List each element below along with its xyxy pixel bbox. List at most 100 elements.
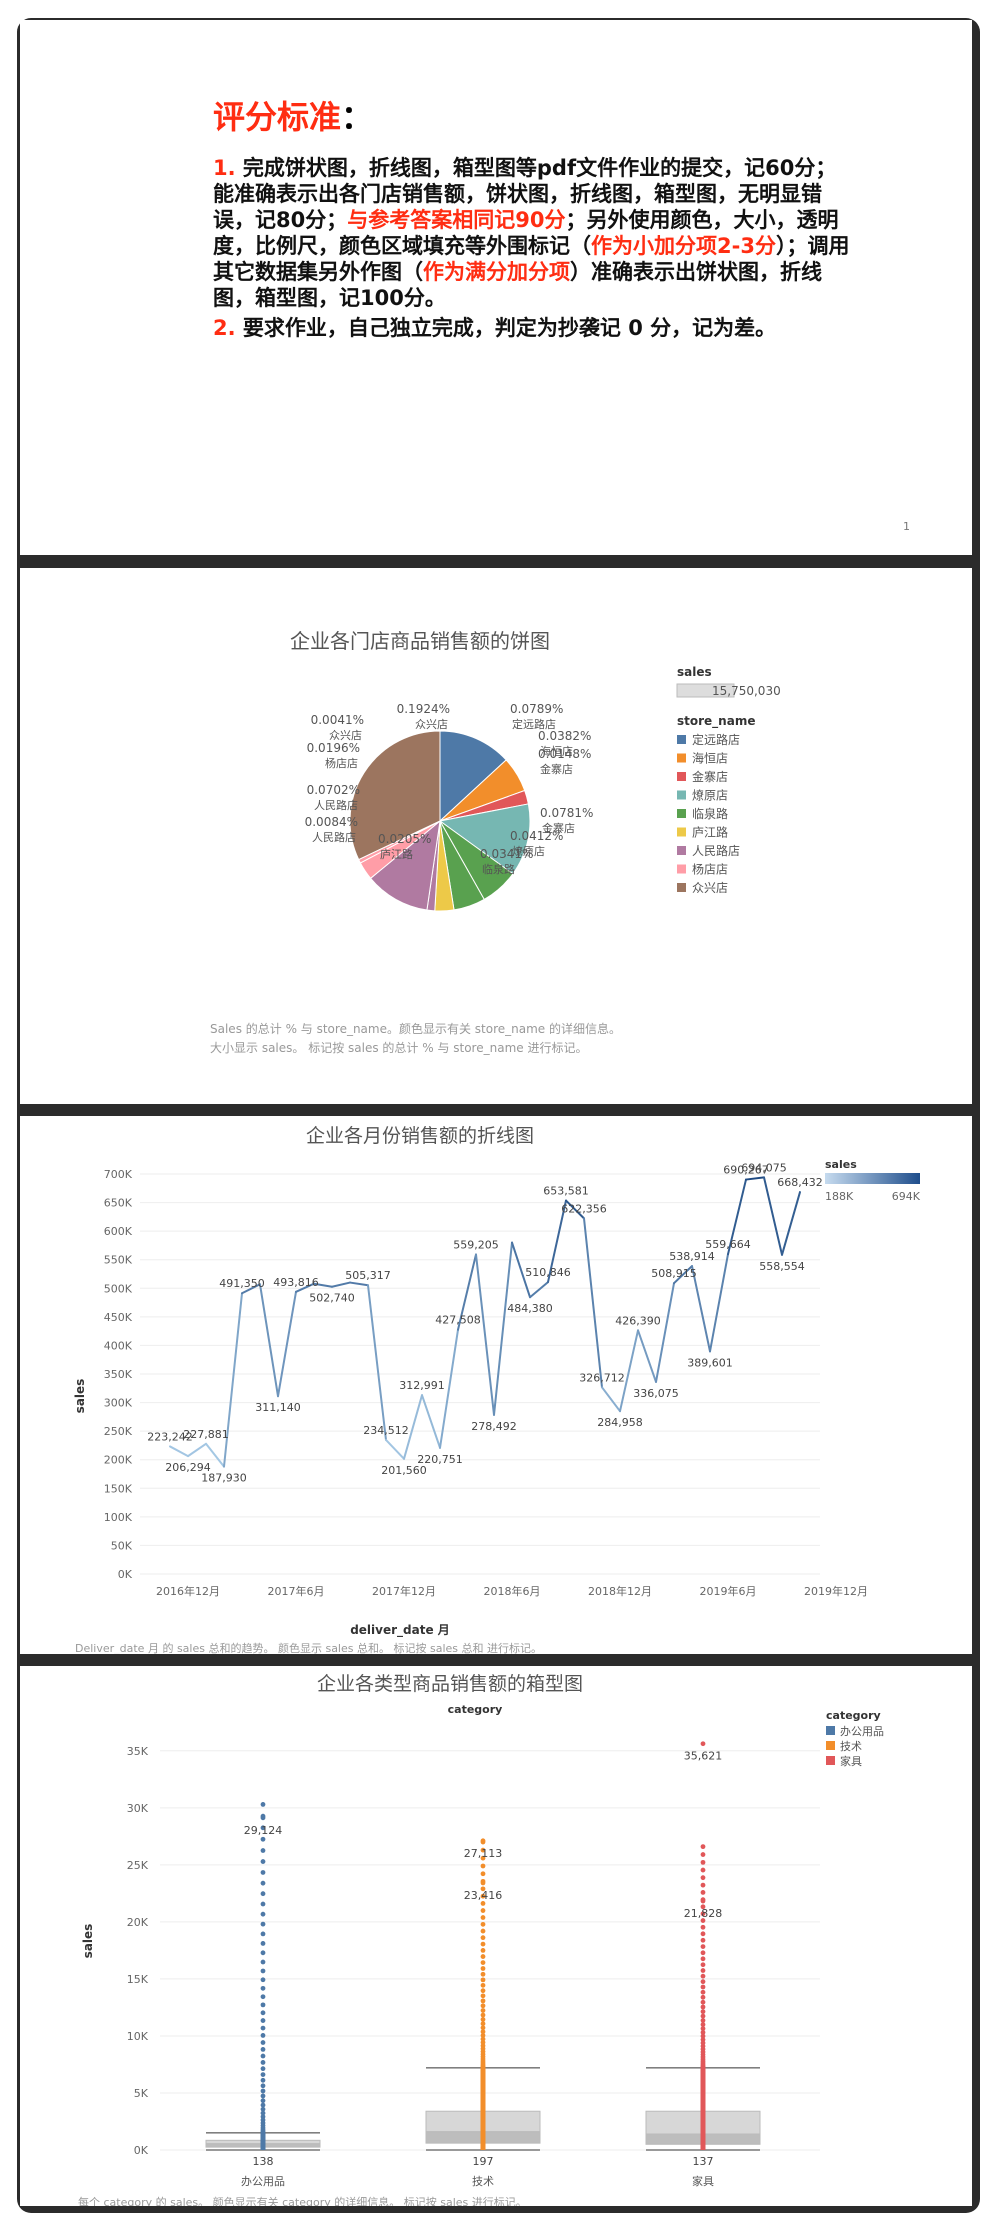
line-segment <box>331 1281 351 1288</box>
outlier-point <box>700 1984 706 1990</box>
slice-pct-label: 0.0084% <box>305 815 358 829</box>
legend-swatch <box>826 1741 835 1750</box>
outlier-point <box>260 2010 266 2016</box>
line-segment <box>187 1442 207 1458</box>
slice-pct-label: 0.0341% <box>480 847 533 861</box>
outlier-point <box>260 1911 266 1917</box>
outlier-point <box>700 1852 706 1857</box>
outlier-point <box>700 1741 706 1747</box>
line-segment <box>601 1386 621 1413</box>
outlier-point <box>480 1982 486 1988</box>
data-label: 426,390 <box>615 1314 661 1327</box>
outlier-point <box>260 1931 266 1937</box>
box-legend-title: category <box>826 1709 881 1722</box>
outlier-point <box>480 1935 486 1941</box>
outlier-point <box>480 1928 486 1934</box>
x-tick-label: 2017年12月 <box>372 1584 436 1598</box>
y-tick-label: 550K <box>104 1254 133 1267</box>
data-label: 484,380 <box>507 1302 553 1315</box>
size-legend-title: sales <box>677 665 712 679</box>
category-label: 技术 <box>472 2175 494 2188</box>
slice-name-label: 金寨店 <box>540 762 573 776</box>
data-label: 234,512 <box>363 1424 409 1437</box>
criteria-item-2: 2. 要求作业，自己独立完成，判定为抄袭记 0 分，记为差。 <box>213 315 853 341</box>
y-tick-label: 5K <box>134 2087 149 2100</box>
outlier-point <box>700 1844 706 1850</box>
line-segment <box>655 1282 675 1383</box>
legend-item: 杨店店 <box>692 862 728 877</box>
slice-pct-label: 0.0789% <box>510 702 563 716</box>
y-tick-label: 0K <box>118 1568 133 1581</box>
p2-segment: 2. <box>213 316 243 340</box>
line-segment <box>277 1290 297 1398</box>
outlier-point <box>480 1880 486 1886</box>
y-tick-label: 0K <box>134 2144 149 2157</box>
outlier-point <box>260 1891 266 1897</box>
x-tick-label: 2016年12月 <box>156 1584 220 1598</box>
y-tick-label: 300K <box>104 1397 133 1410</box>
data-label: 559,205 <box>453 1238 499 1251</box>
legend-swatch <box>677 809 686 818</box>
outlier-point <box>700 1962 706 1968</box>
pie-title: 企业各门店商品销售额的饼图 <box>290 629 550 653</box>
data-label: 311,140 <box>255 1401 301 1414</box>
outlier-point <box>260 2046 266 2052</box>
slice-pct-label: 0.0781% <box>540 806 593 820</box>
y-tick-label: 450K <box>104 1311 133 1324</box>
box-footnote: 每个 category 的 sales。 颜色显示有关 category 的详细… <box>78 2196 527 2206</box>
outlier-point <box>480 2017 486 2022</box>
data-label: 227,881 <box>183 1428 229 1441</box>
outlier-point <box>480 2003 486 2009</box>
outlier-point <box>260 2053 266 2059</box>
line-segment <box>349 1281 369 1287</box>
box-title: 企业各类型商品销售额的箱型图 <box>317 1673 583 1695</box>
title-colon: ： <box>341 98 374 136</box>
data-label: 558,554 <box>759 1260 805 1273</box>
slice-pct-label: 0.0148% <box>538 747 591 761</box>
outlier-point <box>700 2004 706 2010</box>
legend-swatch <box>677 753 686 763</box>
category-group: 27,113 23,416 197 技术 <box>425 1838 541 2188</box>
outlier-point <box>700 1950 706 1956</box>
x-tick-label: 2019年12月 <box>804 1584 868 1598</box>
legend-item: 办公用品 <box>840 1725 884 1738</box>
outlier-point <box>260 1941 266 1946</box>
data-label: 389,601 <box>687 1356 733 1369</box>
legend-swatch <box>677 790 686 800</box>
outlier-label: 23,416 <box>464 1889 503 1902</box>
outlier-point <box>260 2033 266 2038</box>
legend-swatch <box>677 864 686 874</box>
outlier-point <box>260 1950 266 1956</box>
outlier-point <box>260 1880 266 1886</box>
legend-item: 技术 <box>840 1740 862 1753</box>
data-label: 427,508 <box>435 1314 481 1327</box>
outlier-point <box>480 1921 486 1927</box>
outlier-point <box>260 1985 266 1991</box>
outlier-point <box>700 1924 706 1930</box>
line-segment <box>367 1284 387 1441</box>
data-label: 622,356 <box>561 1202 607 1215</box>
data-label: 538,914 <box>669 1250 715 1263</box>
data-label: 312,991 <box>399 1379 445 1392</box>
min-label: 138 <box>253 2155 274 2168</box>
slide-grading-criteria: 评分标准： 1. 完成饼状图，折线图，箱型图等pdf文件作业的提交，记60分；能… <box>20 20 972 555</box>
category-label: 办公用品 <box>241 2175 285 2188</box>
outlier-point <box>480 1988 486 1994</box>
outlier-point <box>260 2060 266 2065</box>
p1-segment: 作为满分加分项 <box>423 260 570 284</box>
box-header: category <box>448 1703 503 1716</box>
criteria-body: 1. 完成饼状图，折线图，箱型图等pdf文件作业的提交，记60分；能准确表示出各… <box>213 155 853 345</box>
y-tick-label: 200K <box>104 1454 133 1467</box>
data-label: 502,740 <box>309 1292 355 1305</box>
data-label: 508,915 <box>651 1267 697 1280</box>
outlier-point <box>700 1882 706 1888</box>
legend-swatch <box>677 883 686 892</box>
outlier-point <box>700 1867 706 1873</box>
outlier-label: 29,124 <box>244 1824 283 1837</box>
outlier-point <box>260 2106 266 2112</box>
data-label: 491,350 <box>219 1277 265 1290</box>
outlier-point <box>480 1838 486 1844</box>
slice-name-label: 杨店店 <box>325 756 358 770</box>
legend-item: 燎原店 <box>692 788 728 803</box>
outlier-point <box>700 1968 706 1973</box>
